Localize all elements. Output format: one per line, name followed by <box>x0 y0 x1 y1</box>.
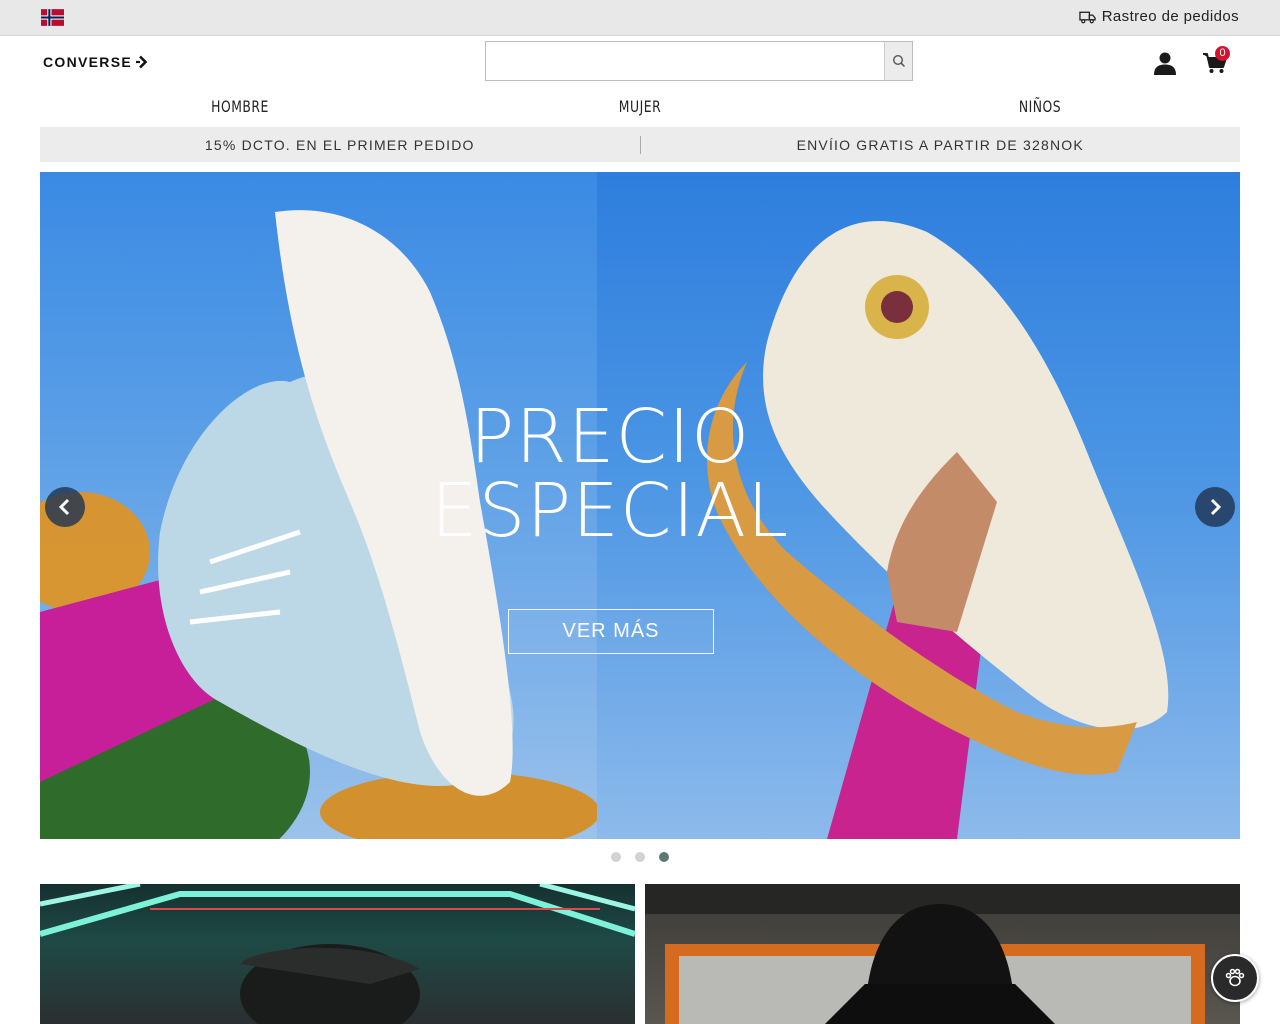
promo-free-shipping[interactable]: ENVÍIO GRATIS A PARTIR DE 328NOK <box>641 137 1241 153</box>
search-input[interactable] <box>486 42 884 80</box>
carousel-dot-3[interactable] <box>659 852 669 862</box>
converse-logo[interactable]: CONVERSE <box>43 53 147 71</box>
hero-cta-button[interactable]: VER MÁS <box>508 609 714 654</box>
hero-headline: PRECIO ESPECIAL <box>410 400 810 548</box>
nav-item-ninos[interactable]: NIÑOS <box>868 90 1212 125</box>
nav-item-hombre[interactable]: HOMBRE <box>68 90 412 125</box>
hooded-figure-image <box>645 884 1240 1024</box>
user-account-icon[interactable] <box>1153 51 1177 75</box>
carousel-dot-2[interactable] <box>635 852 645 862</box>
carousel-next-button[interactable] <box>1195 487 1235 527</box>
promo-discount[interactable]: 15% DCTO. EN EL PRIMER PEDIDO <box>40 137 640 153</box>
truck-icon <box>1078 11 1096 23</box>
order-tracking-label: Rastreo de pedidos <box>1101 8 1239 25</box>
carousel-dot-1[interactable] <box>611 852 621 862</box>
main-navigation: HOMBRE MUJER NIÑOS <box>40 90 1240 125</box>
cart-count-badge: 0 <box>1215 46 1230 61</box>
paw-print-button[interactable] <box>1211 954 1259 1002</box>
nav-item-mujer[interactable]: MUJER <box>468 90 812 125</box>
promo-banner: 15% DCTO. EN EL PRIMER PEDIDO ENVÍIO GRA… <box>40 127 1240 162</box>
search-bar <box>485 41 913 81</box>
neon-scene-image <box>40 884 635 1024</box>
chevron-left-icon <box>58 498 70 516</box>
carousel-dots <box>0 852 1280 862</box>
promo-tile-left[interactable] <box>40 884 635 1024</box>
chevron-right-icon <box>1210 498 1222 516</box>
hero-headline-line2: ESPECIAL <box>430 468 790 554</box>
carousel-prev-button[interactable] <box>45 487 85 527</box>
top-utility-bar: Rastreo de pedidos <box>0 0 1280 36</box>
hero-carousel: PRECIO ESPECIAL VER MÁS <box>40 172 1240 839</box>
paw-print-icon <box>1225 968 1245 987</box>
promo-tile-right[interactable] <box>645 884 1240 1024</box>
search-button[interactable] <box>884 42 912 80</box>
hero-headline-line1: PRECIO <box>469 394 751 480</box>
search-icon <box>892 54 905 68</box>
norway-flag-icon[interactable] <box>41 9 64 26</box>
order-tracking-link[interactable]: Rastreo de pedidos <box>1078 8 1239 25</box>
chevron-logo-icon <box>135 55 147 69</box>
site-header: CONVERSE 0 <box>0 36 1280 90</box>
logo-text: CONVERSE <box>43 54 132 70</box>
